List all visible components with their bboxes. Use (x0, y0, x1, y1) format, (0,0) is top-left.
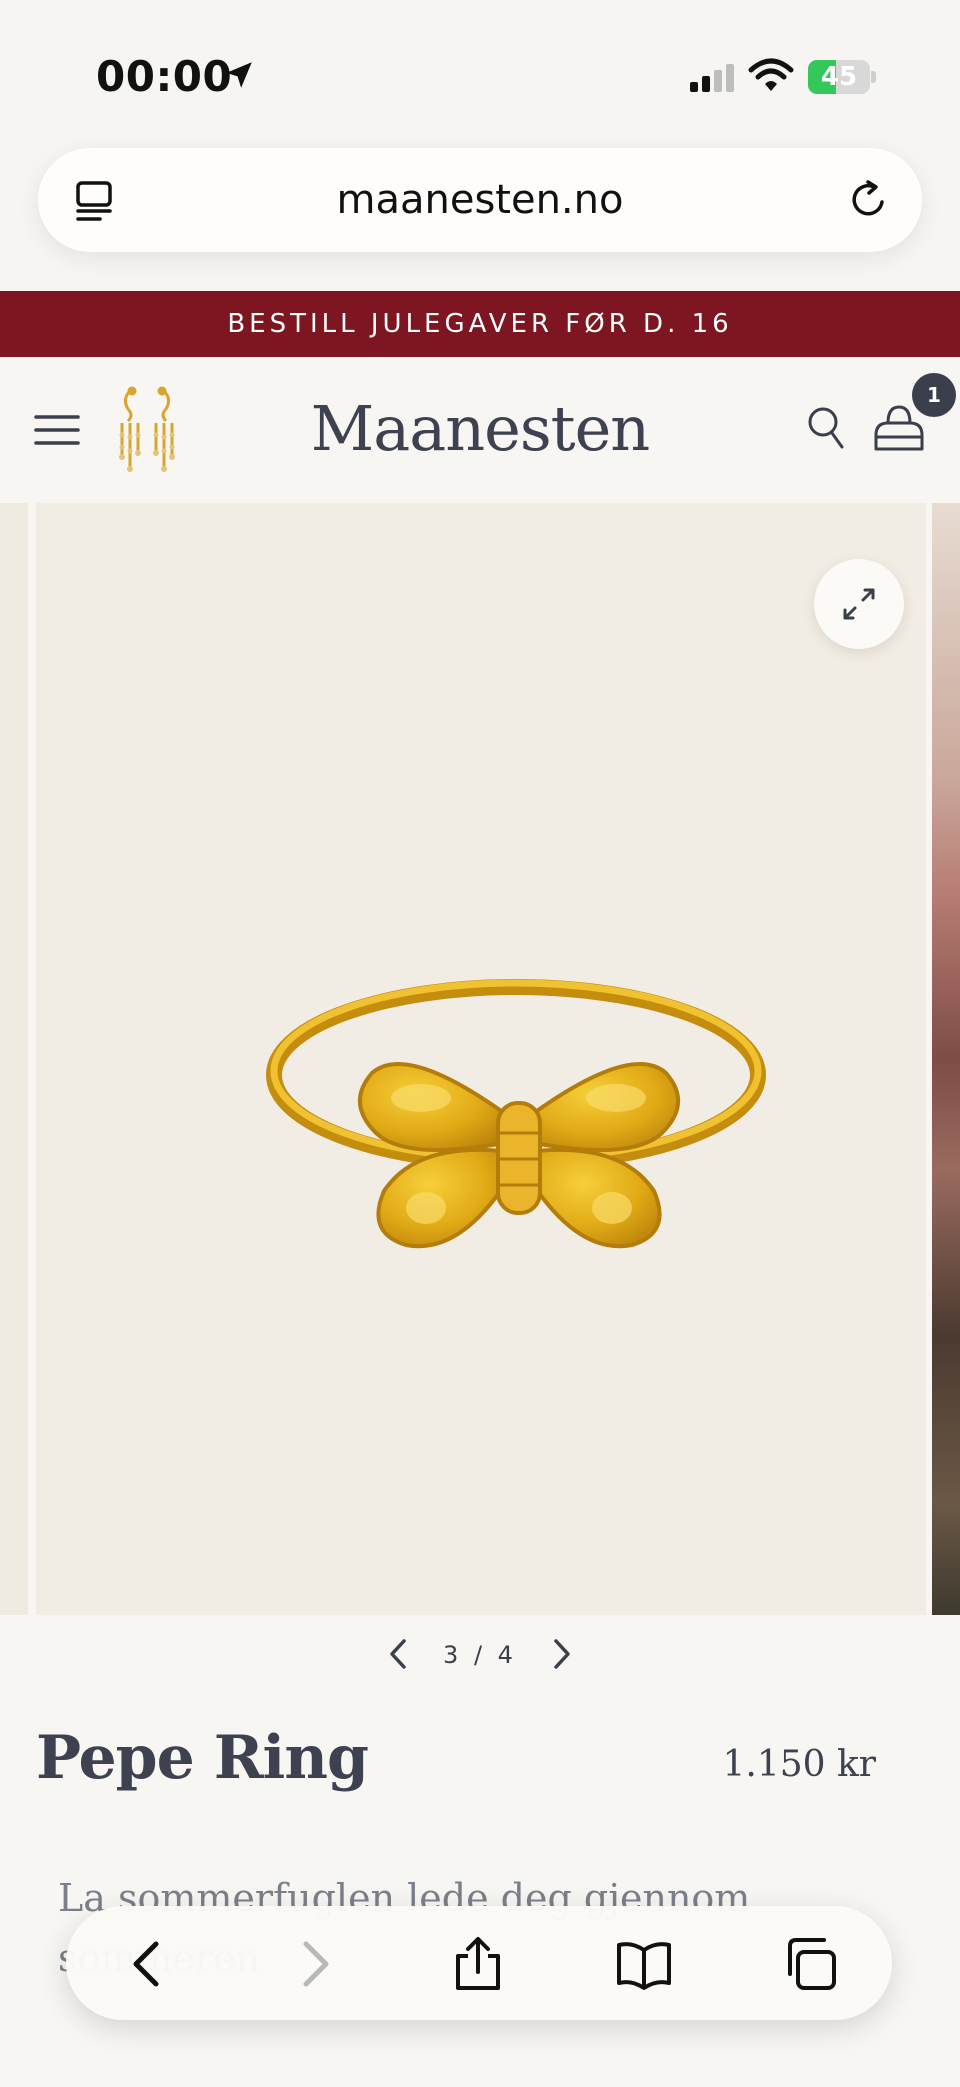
promo-banner[interactable]: BESTILL JULEGAVER FØR D. 16 (0, 291, 960, 357)
share-icon[interactable] (450, 1936, 506, 1992)
forward-icon[interactable] (286, 1936, 342, 1992)
fullscreen-button[interactable] (814, 559, 904, 649)
reload-icon[interactable] (846, 178, 890, 222)
chevron-right-icon[interactable] (548, 1637, 574, 1671)
bookmarks-icon[interactable] (616, 1936, 672, 1992)
menu-icon[interactable] (34, 413, 80, 447)
fullscreen-icon (843, 588, 875, 620)
signal-icon (690, 64, 734, 92)
status-time: 00:00 (96, 52, 233, 101)
battery-percent: 45 (820, 62, 858, 92)
product-image[interactable] (236, 963, 796, 1303)
next-slide-peek[interactable] (932, 503, 960, 1615)
chevron-left-icon[interactable] (386, 1637, 412, 1671)
browser-address-area: maanesten.no (0, 140, 960, 290)
product-title: Pepe Ring (36, 1723, 369, 1793)
product-gallery[interactable] (0, 503, 960, 1615)
battery-charging-icon: 45 (808, 60, 876, 94)
location-arrow-icon (226, 62, 252, 88)
tabs-icon[interactable] (782, 1936, 838, 1992)
wifi-icon (748, 58, 794, 91)
address-bar[interactable]: maanesten.no (38, 148, 922, 252)
browser-toolbar (66, 1906, 892, 2020)
back-icon[interactable] (120, 1936, 176, 1992)
page-indicator: 3 / 4 (443, 1641, 517, 1669)
brand-logo[interactable]: Maanesten (280, 383, 680, 475)
site-header: Maanesten 1 (0, 357, 960, 503)
promo-text[interactable]: BESTILL JULEGAVER FØR D. 16 (0, 291, 960, 357)
previous-slide-peek[interactable] (0, 503, 28, 1615)
status-bar: 00:00 45 (0, 0, 960, 140)
url-text[interactable]: maanesten.no (38, 148, 922, 252)
product-price: 1.150 kr (722, 1744, 876, 1785)
cart-count-badge[interactable]: 1 (912, 373, 956, 417)
current-slide[interactable] (36, 503, 926, 1615)
gallery-pagination: 3 / 4 (0, 1615, 960, 1695)
search-icon[interactable] (806, 405, 846, 451)
earring-logo-icon[interactable] (116, 385, 178, 475)
